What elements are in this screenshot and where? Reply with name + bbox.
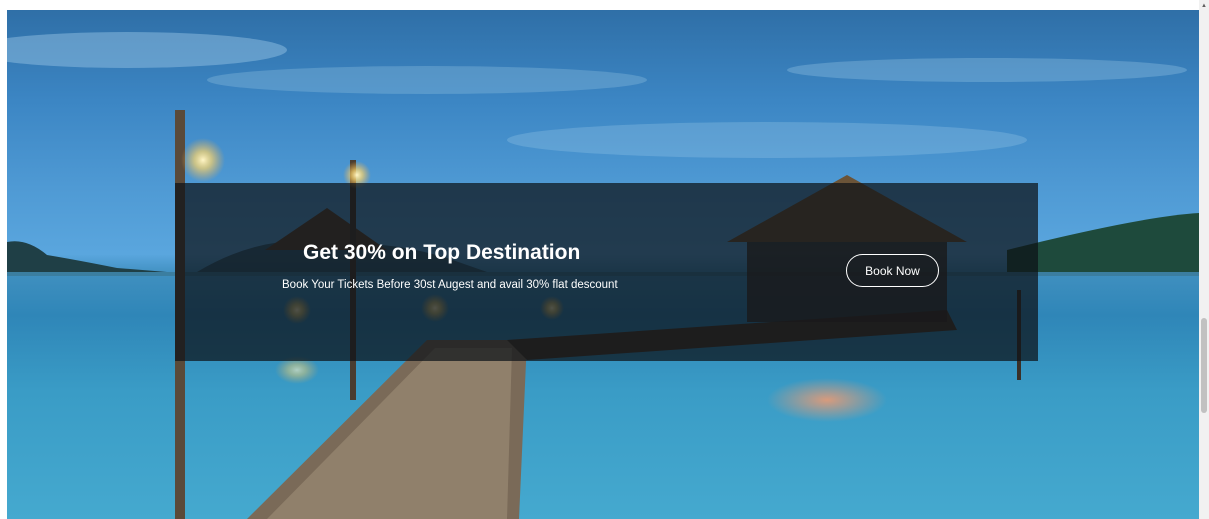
scrollbar-thumb[interactable] (1201, 318, 1207, 413)
promo-subtitle: Book Your Tickets Before 30st Augest and… (282, 279, 618, 291)
promo-banner: Get 30% on Top Destination Book Your Tic… (175, 183, 1038, 361)
vertical-scrollbar[interactable]: ▲ (1199, 0, 1209, 519)
promo-title: Get 30% on Top Destination (303, 241, 581, 264)
book-now-button[interactable]: Book Now (846, 254, 939, 287)
page-viewport: Get 30% on Top Destination Book Your Tic… (0, 0, 1209, 519)
hero-section: Get 30% on Top Destination Book Your Tic… (7, 10, 1199, 519)
triangle-up-icon[interactable]: ▲ (1200, 2, 1208, 10)
